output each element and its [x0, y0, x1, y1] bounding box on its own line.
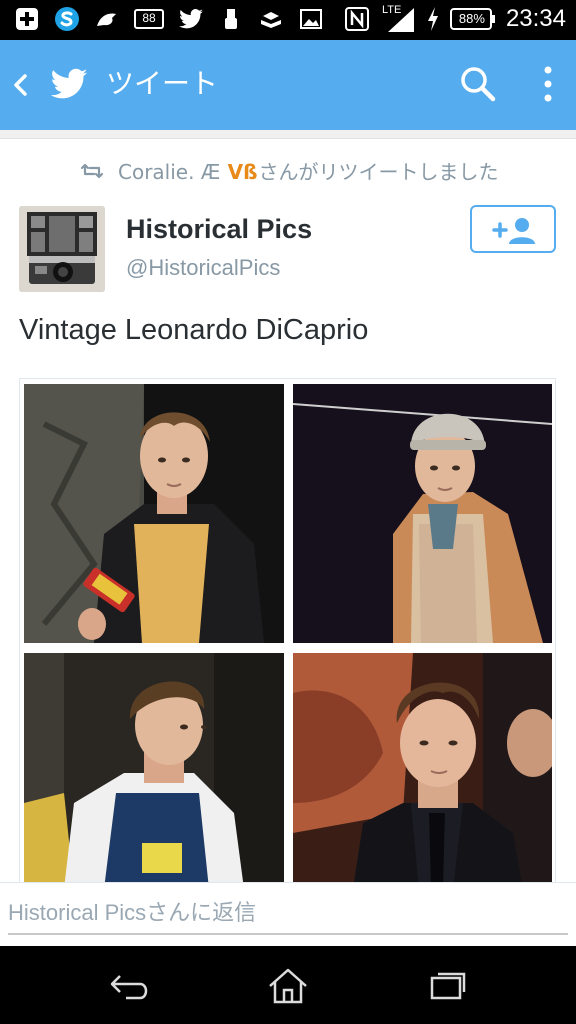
- reply-input[interactable]: [8, 893, 568, 935]
- add-user-icon: [492, 218, 535, 244]
- skype-icon: [55, 7, 79, 31]
- usb-icon: [225, 9, 237, 29]
- status-bar-system: LTE 88% 23:34: [344, 4, 566, 34]
- app-bar: ツイート: [0, 40, 576, 130]
- notification-count: 88: [142, 11, 156, 25]
- retweeter-line: Coralie. Æ Vßさんがリツイートしました: [118, 156, 499, 185]
- gallery-icon: [300, 9, 322, 29]
- avatar-camera-film-icon: [19, 206, 105, 292]
- nav-recents-icon[interactable]: [424, 966, 472, 1006]
- status-bar: 88 LTE 88% 23:34: [0, 0, 576, 40]
- nav-home-icon[interactable]: [264, 966, 312, 1006]
- twitter-icon: [179, 9, 203, 29]
- status-bar-notifications: 88: [14, 6, 324, 32]
- app-bar-divider: [0, 130, 576, 139]
- retweet-icon: [80, 163, 104, 178]
- twitter-bird-icon[interactable]: [48, 64, 90, 104]
- retweeter-mark: Vß: [227, 160, 258, 184]
- app-bar-title: ツイート: [106, 67, 219, 100]
- back-icon[interactable]: [10, 68, 30, 102]
- photo-1[interactable]: [24, 384, 284, 643]
- retweet-context[interactable]: Coralie. Æ Vßさんがリツイートしました: [80, 156, 499, 185]
- retweeter-name: Coralie. Æ: [118, 160, 221, 184]
- system-nav-bar: [0, 946, 576, 1024]
- media-grid: [19, 378, 556, 888]
- plus-notification-icon: [16, 8, 38, 30]
- reply-bar: [0, 882, 576, 947]
- search-icon[interactable]: [458, 64, 498, 104]
- tray-icon: [261, 12, 281, 28]
- author-display-name[interactable]: Historical Pics: [126, 214, 312, 245]
- author-handle[interactable]: @HistoricalPics: [126, 255, 280, 281]
- photo-2[interactable]: [293, 384, 552, 643]
- battery-icon: 88%: [449, 8, 496, 30]
- author-avatar[interactable]: [19, 206, 105, 292]
- charging-icon: [427, 7, 438, 31]
- nav-back-icon[interactable]: [106, 966, 154, 1006]
- overflow-menu-icon[interactable]: [538, 64, 558, 104]
- photo-4[interactable]: [293, 653, 552, 887]
- retweet-suffix: さんがリツイートしました: [258, 160, 499, 184]
- dolphin-icon: [97, 13, 116, 26]
- tweet-text: Vintage Leonardo DiCaprio: [19, 314, 369, 346]
- clock: 23:34: [505, 5, 566, 32]
- photo-3[interactable]: [24, 653, 284, 887]
- mail-count-icon: 88: [134, 7, 164, 31]
- follow-button[interactable]: [470, 205, 556, 253]
- battery-level: 88%: [458, 11, 485, 26]
- nfc-icon: [344, 7, 369, 31]
- signal-icon: LTE: [380, 4, 416, 34]
